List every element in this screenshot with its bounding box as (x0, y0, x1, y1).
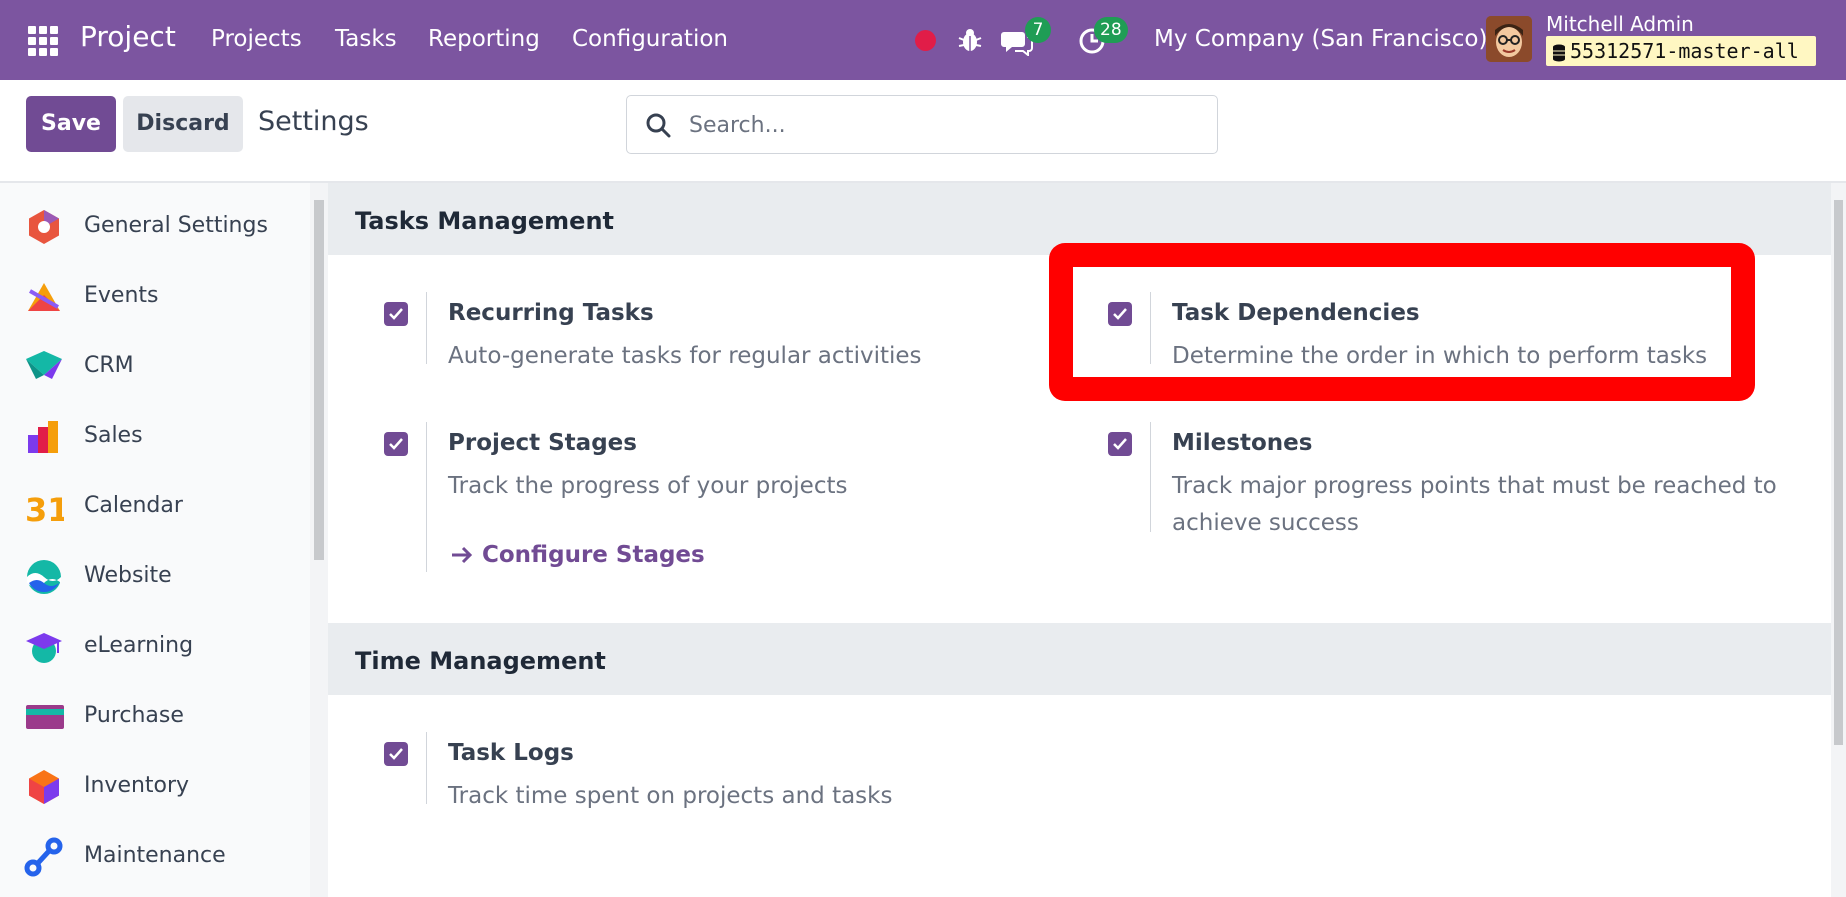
search-input[interactable] (689, 108, 1189, 142)
setting-title: Milestones (1172, 430, 1313, 456)
messages-count-badge: 7 (1025, 17, 1051, 43)
sidebar-item-elearning[interactable]: eLearning (0, 617, 300, 673)
sidebar-item-sales[interactable]: Sales (0, 407, 300, 463)
setting-divider (426, 292, 427, 364)
menu-reporting[interactable]: Reporting (428, 26, 540, 52)
section-header-time-management: Time Management (328, 623, 1831, 695)
sidebar-item-label: Sales (84, 423, 143, 448)
menu-configuration[interactable]: Configuration (572, 26, 728, 52)
task-dependencies-highlight (1049, 243, 1755, 401)
elearning-icon (26, 633, 62, 663)
milestones-checkbox[interactable] (1108, 432, 1132, 456)
sidebar-item-events[interactable]: Events (0, 267, 300, 323)
sidebar-item-label: eLearning (84, 633, 194, 658)
save-button[interactable]: Save (26, 96, 116, 152)
activities-count-badge: 28 (1094, 17, 1128, 43)
check-icon (389, 748, 403, 760)
crm-icon (26, 351, 62, 379)
setting-divider (1150, 422, 1151, 532)
company-switcher[interactable]: My Company (San Francisco) (1154, 26, 1487, 52)
purchase-icon (26, 705, 64, 729)
configure-stages-label: Configure Stages (482, 542, 705, 568)
user-name[interactable]: Mitchell Admin (1546, 12, 1694, 36)
user-avatar[interactable] (1486, 16, 1532, 62)
section-title: Time Management (355, 647, 606, 675)
search-box[interactable] (626, 95, 1218, 154)
sidebar-item-website[interactable]: Website (0, 547, 300, 603)
menu-tasks[interactable]: Tasks (335, 26, 397, 52)
setting-description: Track time spent on projects and tasks (448, 783, 893, 809)
page-title: Settings (258, 106, 369, 137)
calendar-icon: 31 (25, 491, 64, 527)
setting-description: Track the progress of your projects (448, 473, 848, 499)
setting-description: Track major progress points that must be… (1172, 473, 1777, 536)
sidebar-item-label: General Settings (84, 213, 268, 238)
arrow-right-icon (452, 546, 473, 564)
sidebar-item-inventory[interactable]: Inventory (0, 757, 300, 813)
sidebar-item-label: Maintenance (84, 843, 226, 868)
database-name: 55312571-master-all (1570, 39, 1799, 63)
settings-sidebar: General Settings Events CRM Sales 31 Cal… (0, 183, 310, 897)
setting-title: Task Logs (448, 740, 574, 766)
setting-title: Recurring Tasks (448, 300, 654, 326)
setting-divider (426, 422, 427, 572)
inventory-icon (29, 770, 59, 804)
section-title: Tasks Management (355, 207, 615, 235)
apps-menu-icon[interactable] (28, 26, 58, 56)
setting-title: Project Stages (448, 430, 637, 456)
svg-text:31: 31 (25, 491, 64, 527)
app-brand[interactable]: Project (80, 20, 176, 53)
recording-indicator-icon[interactable] (915, 30, 936, 51)
discard-button[interactable]: Discard (123, 96, 243, 152)
setting-description: Auto-generate tasks for regular activiti… (448, 343, 922, 369)
check-icon (1113, 438, 1127, 450)
sidebar-item-label: Events (84, 283, 159, 308)
top-navbar: Project Projects Tasks Reporting Configu… (0, 0, 1846, 80)
sidebar-item-label: Inventory (84, 773, 190, 798)
recurring-tasks-checkbox[interactable] (384, 302, 408, 326)
sidebar-item-label: Calendar (84, 493, 183, 518)
task-logs-checkbox[interactable] (384, 742, 408, 766)
sales-icon (28, 421, 58, 453)
check-icon (389, 438, 403, 450)
database-tag: 55312571-master-all (1546, 36, 1816, 66)
debug-bug-icon[interactable] (956, 26, 984, 54)
check-icon (389, 308, 403, 320)
sidebar-item-label: Website (84, 563, 172, 588)
main-scrollbar-thumb[interactable] (1834, 200, 1843, 745)
menu-projects[interactable]: Projects (211, 26, 302, 52)
sidebar-item-purchase[interactable]: Purchase (0, 687, 300, 743)
website-icon (27, 560, 61, 594)
configure-stages-link[interactable]: Configure Stages (450, 542, 705, 568)
sidebar-item-general-settings[interactable]: General Settings (0, 197, 300, 253)
setting-divider (426, 732, 427, 804)
project-stages-checkbox[interactable] (384, 432, 408, 456)
general-settings-icon (29, 210, 59, 244)
search-icon (646, 113, 671, 138)
sidebar-item-maintenance[interactable]: Maintenance (0, 827, 300, 883)
database-icon (1553, 44, 1565, 61)
events-icon (28, 283, 60, 311)
sidebar-item-crm[interactable]: CRM (0, 337, 300, 393)
maintenance-icon (24, 837, 63, 877)
sidebar-scrollbar-thumb[interactable] (314, 200, 324, 560)
sidebar-item-calendar[interactable]: 31 Calendar (0, 477, 300, 533)
sidebar-item-label: Purchase (84, 703, 184, 728)
sidebar-item-label: CRM (84, 353, 134, 378)
